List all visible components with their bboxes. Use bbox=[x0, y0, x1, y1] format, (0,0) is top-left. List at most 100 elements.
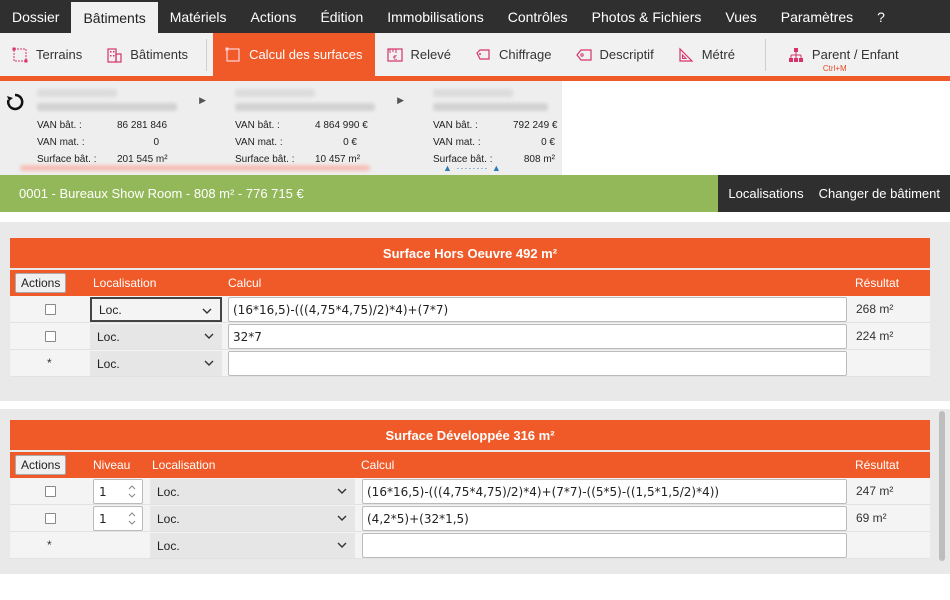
toolbar-batiments[interactable]: Bâtiments bbox=[94, 33, 200, 76]
tag-icon bbox=[475, 47, 491, 63]
menu-help[interactable]: ? bbox=[865, 0, 897, 33]
toolbar-separator bbox=[206, 38, 208, 71]
calcul-input[interactable]: (16*16,5)-(((4,75*4,75)/2)*4)+(7*7) bbox=[228, 297, 847, 322]
card-label: Surface bât. : bbox=[37, 154, 97, 165]
menu-controles[interactable]: Contrôles bbox=[496, 0, 580, 33]
scrollbar-thumb[interactable] bbox=[939, 411, 945, 561]
localisation-select[interactable]: Loc. bbox=[90, 297, 222, 322]
shon-header: Actions Localisation Calcul Résultat bbox=[10, 270, 930, 296]
toolbar: Terrains Bâtiments Calcul des surfaces €… bbox=[0, 33, 950, 76]
row-checkbox[interactable] bbox=[45, 486, 56, 497]
card-value: 0 € bbox=[343, 137, 357, 148]
sd-actions-button[interactable]: Actions bbox=[15, 455, 67, 475]
table-row: 1 Loc. (4,2*5)+(32*1,5) 69 m² bbox=[10, 505, 930, 532]
niveau-stepper[interactable]: 1 bbox=[93, 506, 143, 531]
sd-title: Surface Développée 316 m² bbox=[10, 420, 930, 450]
toolbar-separator bbox=[764, 38, 766, 71]
localisations-button[interactable]: Localisations bbox=[718, 175, 814, 212]
building-card[interactable]: VAN bât. : 4 864 990 € VAN mat. : 0 € Surf… bbox=[198, 81, 404, 175]
menu-batiments[interactable]: Bâtiments bbox=[71, 2, 158, 33]
resultat-value: 268 m² bbox=[856, 302, 894, 316]
card-value: 0 bbox=[153, 137, 159, 148]
building-icon bbox=[106, 47, 122, 63]
releve-icon: € bbox=[386, 47, 403, 63]
localisation-select[interactable]: Loc. bbox=[90, 324, 222, 349]
menu-dossier[interactable]: Dossier bbox=[0, 0, 71, 33]
card-label: VAN mat. : bbox=[37, 137, 85, 148]
localisation-select[interactable]: Loc. bbox=[90, 351, 222, 376]
building-cards-strip: VAN bât. : 86 281 846 VAN mat. : 0 Surface… bbox=[0, 81, 950, 175]
calcul-input[interactable]: (4,2*5)+(32*1,5) bbox=[362, 506, 847, 531]
card-value: 4 864 990 € bbox=[315, 120, 368, 131]
hierarchy-icon bbox=[788, 47, 804, 63]
menu-actions[interactable]: Actions bbox=[239, 0, 309, 33]
toolbar-releve[interactable]: € Relevé bbox=[375, 33, 463, 76]
card-value: 201 545 m² bbox=[117, 154, 168, 165]
menu-edition[interactable]: Édition bbox=[308, 0, 375, 33]
localisation-select[interactable]: Loc. bbox=[150, 533, 355, 558]
toolbar-terrains-label: Terrains bbox=[36, 47, 83, 62]
card-label: VAN bât. : bbox=[235, 120, 280, 131]
building-cards: VAN bât. : 86 281 846 VAN mat. : 0 Surface… bbox=[0, 81, 562, 175]
building-title: 0001 - Bureaux Show Room - 808 m² - 776 … bbox=[0, 175, 719, 212]
sd-col-localisation: Localisation bbox=[152, 458, 216, 472]
menu-vues[interactable]: Vues bbox=[713, 0, 768, 33]
card-value: 10 457 m² bbox=[315, 154, 361, 165]
row-checkbox[interactable] bbox=[45, 304, 56, 315]
card-label: VAN mat. : bbox=[235, 137, 283, 148]
changer-batiment-button[interactable]: Changer de bâtiment bbox=[813, 175, 950, 212]
localisation-value: Loc. bbox=[99, 302, 122, 317]
menu-immobilisations[interactable]: Immobilisations bbox=[375, 0, 495, 33]
menu-photos-fichiers[interactable]: Photos & Fichiers bbox=[580, 0, 714, 33]
new-row-marker: * bbox=[47, 538, 52, 552]
toolbar-chiffrage-label: Chiffrage bbox=[498, 47, 552, 62]
chevron-down-icon bbox=[337, 485, 347, 499]
calcul-input[interactable]: (16*16,5)-(((4,75*4,75)/2)*4)+(7*7)-((5*… bbox=[362, 479, 847, 504]
menu-materiels[interactable]: Matériels bbox=[158, 0, 239, 33]
niveau-stepper[interactable]: 1 bbox=[93, 479, 143, 504]
shon-actions-button[interactable]: Actions bbox=[15, 273, 67, 293]
calcul-input-new[interactable] bbox=[362, 533, 847, 558]
toolbar-parent-enfant[interactable]: Parent / Enfant Ctrl+M bbox=[772, 33, 911, 76]
resultat-value: 247 m² bbox=[856, 484, 894, 498]
terrain-icon bbox=[12, 47, 28, 63]
shon-panel: Surface Hors Oeuvre 492 m² Actions Local… bbox=[0, 222, 950, 401]
building-card[interactable]: VAN bât. : 86 281 846 VAN mat. : 0 Surface… bbox=[0, 81, 206, 175]
card-value: 86 281 846 bbox=[117, 120, 168, 131]
calcul-input-new[interactable] bbox=[228, 351, 847, 376]
card-label: VAN bât. : bbox=[433, 120, 478, 131]
stepper-arrows-icon[interactable] bbox=[126, 509, 138, 528]
card-label: VAN bât. : bbox=[37, 120, 82, 131]
building-card[interactable]: VAN bât. :792 249 € VAN mat. :0 € Surfac… bbox=[396, 81, 562, 175]
row-checkbox[interactable] bbox=[45, 513, 56, 524]
localisation-value: Loc. bbox=[157, 484, 180, 499]
sd-col-calcul: Calcul bbox=[361, 458, 395, 472]
stepper-arrows-icon[interactable] bbox=[126, 482, 138, 501]
toolbar-releve-label: Relevé bbox=[410, 47, 451, 62]
sd-header: Actions Niveau Localisation Calcul Résul… bbox=[10, 452, 930, 478]
row-checkbox[interactable] bbox=[45, 331, 56, 342]
blurred-breadcrumb bbox=[20, 165, 370, 171]
calcul-input[interactable]: 32*7 bbox=[228, 324, 847, 349]
toolbar-calcul-surfaces[interactable]: Calcul des surfaces bbox=[213, 33, 375, 76]
blurred-text bbox=[235, 103, 375, 111]
card-value: 0 € bbox=[541, 137, 555, 148]
toolbar-descriptif[interactable]: Descriptif bbox=[564, 33, 666, 76]
table-row: Loc. (16*16,5)-(((4,75*4,75)/2)*4)+(7*7)… bbox=[10, 296, 930, 323]
localisation-select[interactable]: Loc. bbox=[150, 506, 355, 531]
blurred-text bbox=[433, 103, 548, 111]
toolbar-metre-label: Métré bbox=[701, 47, 735, 62]
toolbar-descriptif-label: Descriptif bbox=[599, 47, 654, 62]
menu-parametres[interactable]: Paramètres bbox=[769, 0, 865, 33]
toolbar-terrains[interactable]: Terrains bbox=[0, 33, 94, 76]
scrollbar[interactable] bbox=[937, 409, 950, 574]
localisation-select[interactable]: Loc. bbox=[150, 479, 355, 504]
collapse-handle[interactable]: ▲ ········ ▲ bbox=[443, 163, 502, 173]
chevron-down-icon bbox=[337, 539, 347, 553]
toolbar-metre[interactable]: Métré bbox=[666, 33, 747, 76]
toolbar-batiments-label: Bâtiments bbox=[130, 47, 189, 62]
shon-col-calcul: Calcul bbox=[228, 276, 262, 290]
ruler-triangle-icon bbox=[678, 47, 694, 63]
toolbar-chiffrage[interactable]: Chiffrage bbox=[463, 33, 564, 76]
sd-panel: Surface Développée 316 m² Actions Niveau… bbox=[0, 409, 950, 574]
